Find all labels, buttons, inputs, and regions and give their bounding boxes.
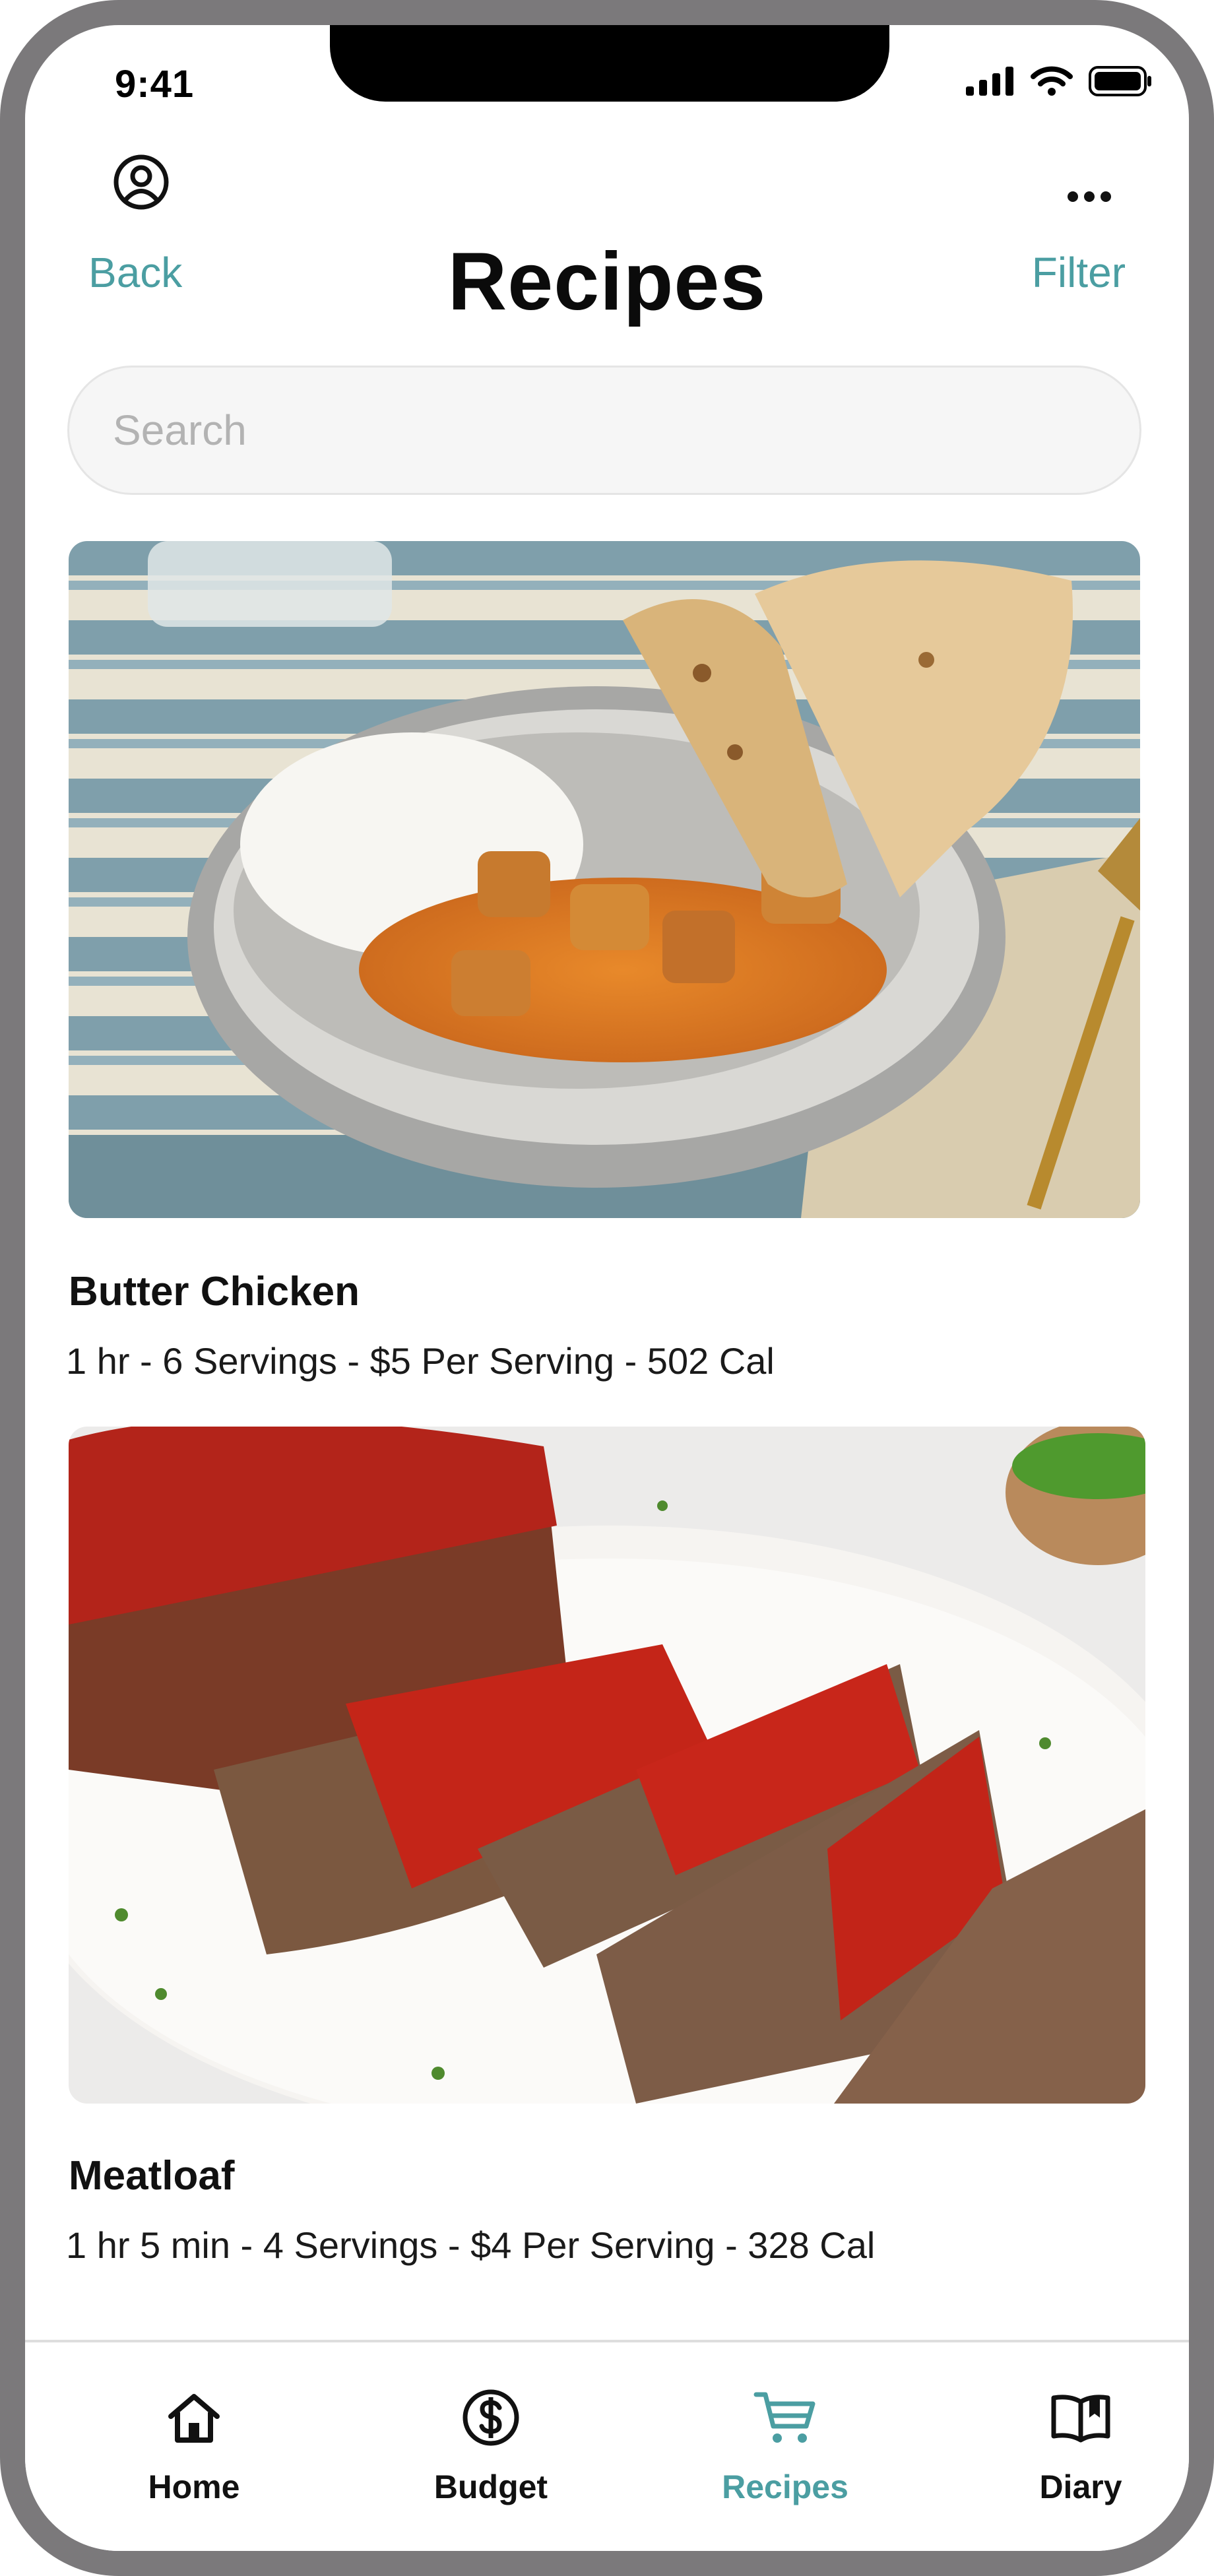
page-title: Recipes: [447, 236, 767, 327]
status-icons: [966, 66, 1152, 96]
status-time: 9:41: [115, 63, 195, 106]
search-input[interactable]: [112, 405, 1139, 455]
tab-label: Diary: [1039, 2468, 1122, 2505]
cart-icon: [753, 2385, 817, 2451]
filter-button[interactable]: Filter: [1032, 248, 1126, 297]
tab-label: Recipes: [722, 2468, 848, 2505]
signal-icon: [966, 67, 1013, 96]
more-icon[interactable]: [1066, 189, 1112, 208]
home-icon: [166, 2385, 222, 2451]
tab-diary[interactable]: Diary: [982, 2342, 1180, 2551]
tab-recipes[interactable]: Recipes: [686, 2342, 884, 2551]
recipe-title[interactable]: Meatloaf: [69, 2152, 234, 2199]
search-field[interactable]: [67, 366, 1141, 495]
tab-home[interactable]: Home: [95, 2342, 293, 2551]
tab-bar: Home Budget Recipes Diary: [25, 2340, 1189, 2551]
profile-icon[interactable]: [113, 154, 170, 214]
notch: [330, 25, 889, 102]
recipe-meta: 1 hr - 6 Servings - $5 Per Serving - 502…: [66, 1340, 775, 1382]
book-icon: [1050, 2385, 1112, 2451]
tab-label: Budget: [433, 2468, 548, 2505]
phone-frame: 9:41 Back Recipes Filter Search Butter C…: [0, 0, 1214, 2576]
dollar-circle-icon: [461, 2385, 521, 2451]
wifi-icon: [1031, 66, 1073, 96]
tab-label: Home: [148, 2468, 240, 2505]
recipe-meta: 1 hr 5 min - 4 Servings - $4 Per Serving…: [66, 2224, 876, 2266]
recipe-image-butter-chicken[interactable]: [69, 541, 1140, 1218]
recipe-title[interactable]: Butter Chicken: [69, 1268, 360, 1315]
tab-budget[interactable]: Budget: [392, 2342, 590, 2551]
battery-icon: [1089, 66, 1151, 96]
recipe-image-meatloaf[interactable]: [69, 1427, 1145, 2104]
